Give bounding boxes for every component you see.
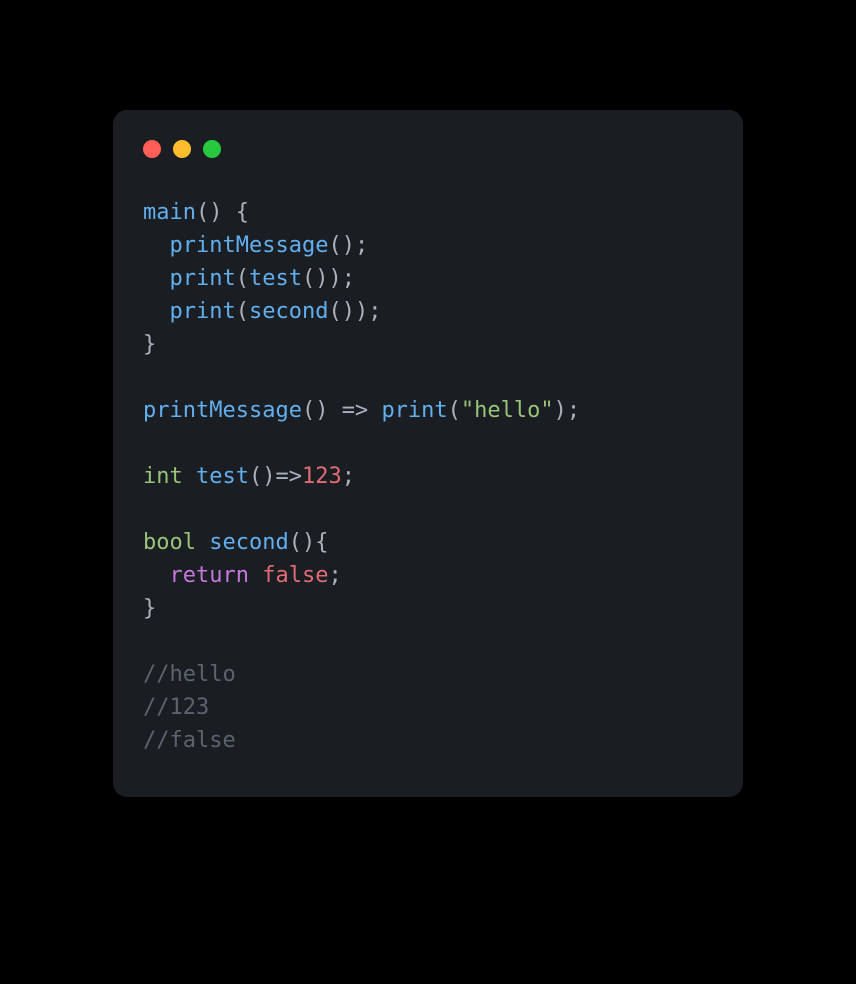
code-token [249,563,262,588]
code-line: int test()=>123; [143,460,713,493]
code-line: } [143,592,713,625]
code-token: print [381,398,447,423]
code-line: main() { [143,196,713,229]
code-token: ()=> [249,464,302,489]
window-titlebar [143,140,713,158]
code-token: ); [554,398,581,423]
code-token [143,629,156,654]
minimize-icon[interactable] [173,140,191,158]
code-token: ()); [328,299,381,324]
code-line: //false [143,724,713,757]
code-line: bool second(){ [143,526,713,559]
code-line [143,427,713,460]
code-token: return [170,563,249,588]
code-line: } [143,328,713,361]
code-token: //123 [143,695,209,720]
code-token: false [262,563,328,588]
code-line: print(second()); [143,295,713,328]
code-line: print(test()); [143,262,713,295]
code-line: printMessage() => print("hello"); [143,394,713,427]
code-token: () => [302,398,381,423]
code-token: (); [328,233,368,258]
code-token: ; [342,464,355,489]
code-token [196,530,209,555]
code-line [143,625,713,658]
code-token: } [143,332,156,357]
code-token [143,233,170,258]
code-token: "hello" [461,398,554,423]
code-token [143,563,170,588]
code-token: print [170,299,236,324]
code-token: ( [236,266,249,291]
code-token: bool [143,530,196,555]
code-token: ( [236,299,249,324]
code-token: ()); [302,266,355,291]
code-token: int [143,464,183,489]
code-token: //hello [143,662,236,687]
close-icon[interactable] [143,140,161,158]
code-token: main [143,200,196,225]
code-token [143,266,170,291]
code-line: //123 [143,691,713,724]
code-line: printMessage(); [143,229,713,262]
code-token: second [209,530,288,555]
code-token [143,497,156,522]
code-token: second [249,299,328,324]
code-token [183,464,196,489]
code-token [143,431,156,456]
code-token: (){ [289,530,329,555]
code-token [143,299,170,324]
code-window: main() { printMessage(); print(test()); … [113,110,743,797]
code-token: print [170,266,236,291]
code-token: printMessage [143,398,302,423]
code-block: main() { printMessage(); print(test()); … [143,196,713,757]
code-token: test [196,464,249,489]
code-token: () { [196,200,249,225]
code-line [143,361,713,394]
code-token: ; [328,563,341,588]
code-token: } [143,596,156,621]
code-token: //false [143,728,236,753]
code-line: return false; [143,559,713,592]
code-token: test [249,266,302,291]
code-line [143,493,713,526]
maximize-icon[interactable] [203,140,221,158]
code-token [143,365,156,390]
code-token: 123 [302,464,342,489]
code-token: printMessage [170,233,329,258]
code-line: //hello [143,658,713,691]
code-token: ( [448,398,461,423]
